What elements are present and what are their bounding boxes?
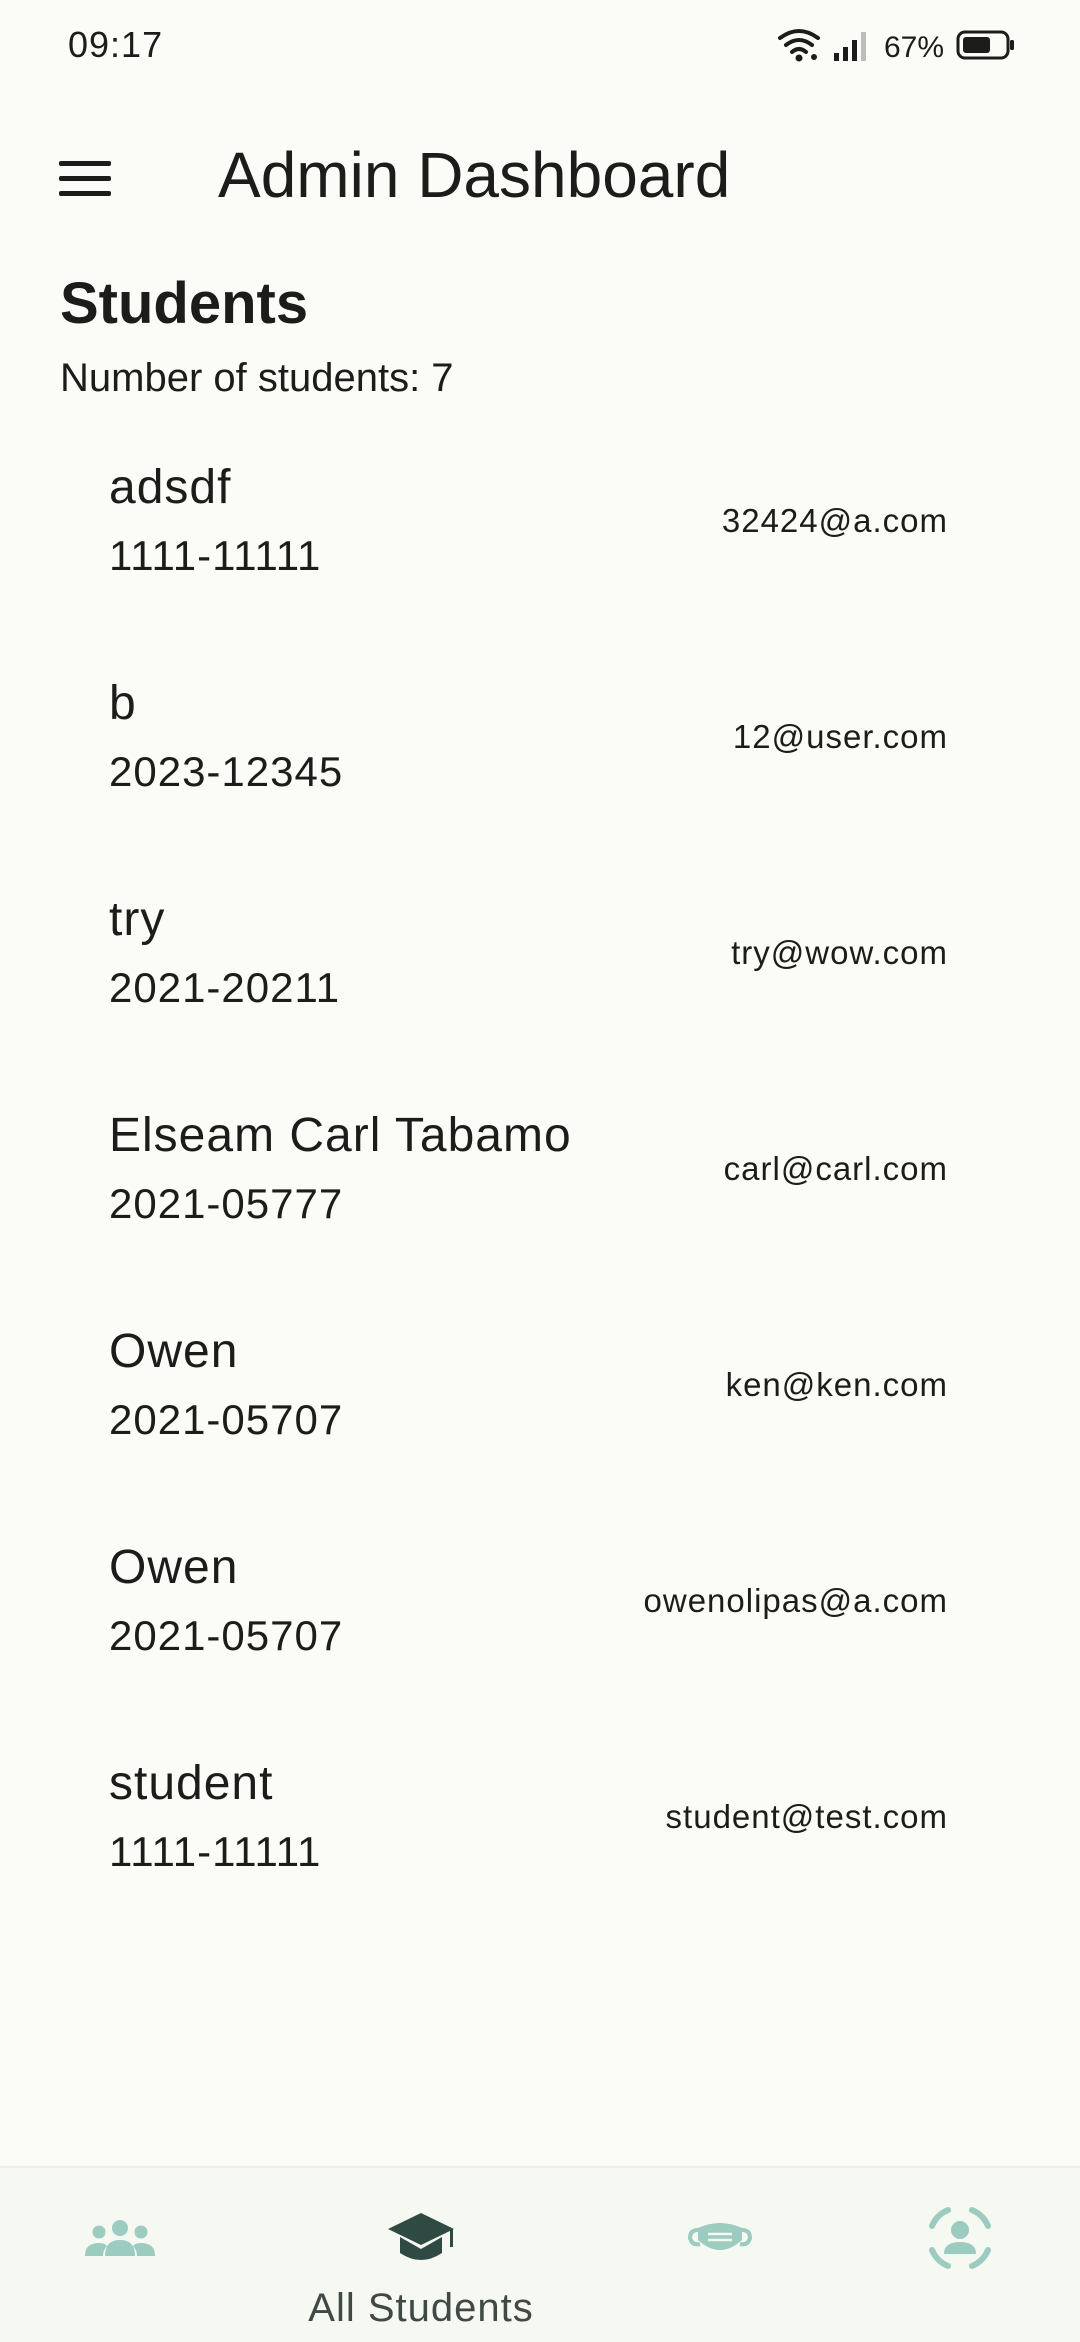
menu-button[interactable] — [40, 140, 130, 220]
student-id: 1111-11111 — [109, 1828, 322, 1875]
student-email: 32424@a.com — [721, 502, 948, 539]
app-bar: Admin Dashboard — [0, 110, 1080, 250]
student-name: b — [109, 677, 137, 730]
student-email: carl@carl.com — [723, 1150, 948, 1187]
student-email: 12@user.com — [732, 718, 948, 755]
student-count: Number of students: 7 — [60, 356, 454, 400]
list-item[interactable]: try 2021-20211 try@wow.com — [0, 872, 1080, 1088]
student-email: try@wow.com — [731, 934, 948, 971]
nav-item-mask[interactable] — [600, 2168, 840, 2342]
student-id: 2023-12345 — [109, 748, 344, 795]
nav-item-person-scan[interactable] — [840, 2168, 1080, 2342]
student-email: student@test.com — [665, 1798, 948, 1835]
student-name: try — [109, 893, 166, 946]
student-name: Elseam Carl Tabamo — [109, 1109, 572, 1162]
battery-percent: 67% — [883, 30, 944, 64]
list-item[interactable]: Owen 2021-05707 ken@ken.com — [0, 1304, 1080, 1520]
list-item[interactable]: adsdf 1111-11111 32424@a.com — [0, 440, 1080, 656]
graduation-cap-icon — [386, 2196, 456, 2280]
student-list: adsdf 1111-11111 32424@a.com b 2023-1234… — [0, 440, 1080, 1952]
status-bar: 09:17 67% — [0, 0, 1080, 96]
student-id: 2021-05707 — [109, 1612, 344, 1659]
status-time: 09:17 — [68, 24, 164, 65]
student-name: student — [109, 1757, 274, 1810]
student-id: 2021-05777 — [109, 1180, 344, 1227]
list-item[interactable]: Elseam Carl Tabamo 2021-05777 carl@carl.… — [0, 1088, 1080, 1304]
student-name: adsdf — [109, 461, 232, 514]
nav-item-groups[interactable] — [0, 2168, 240, 2342]
list-item[interactable]: student 1111-11111 student@test.com — [0, 1736, 1080, 1952]
nav-label: All Students — [308, 2286, 534, 2330]
status-icons: 67% — [777, 28, 1016, 67]
student-id: 1111-11111 — [109, 532, 322, 579]
mask-icon — [688, 2196, 752, 2280]
section-title: Students — [60, 271, 309, 336]
bottom-nav: All Students — [0, 2166, 1080, 2342]
groups-icon — [81, 2196, 159, 2280]
list-item[interactable]: b 2023-12345 12@user.com — [0, 656, 1080, 872]
student-id: 2021-05707 — [109, 1396, 344, 1443]
person-scan-icon — [924, 2196, 996, 2280]
wifi-icon — [777, 28, 820, 67]
page-title: Admin Dashboard — [218, 139, 731, 211]
battery-icon — [956, 29, 1016, 66]
signal-icon — [832, 29, 872, 66]
nav-item-all-students[interactable]: All Students — [301, 2168, 541, 2342]
list-item[interactable]: Owen 2021-05707 owenolipas@a.com — [0, 1520, 1080, 1736]
student-name: Owen — [109, 1541, 239, 1594]
student-id: 2021-20211 — [109, 964, 341, 1011]
student-name: Owen — [109, 1325, 239, 1378]
menu-icon — [57, 158, 113, 203]
student-email: owenolipas@a.com — [643, 1582, 948, 1619]
student-email: ken@ken.com — [725, 1366, 948, 1403]
